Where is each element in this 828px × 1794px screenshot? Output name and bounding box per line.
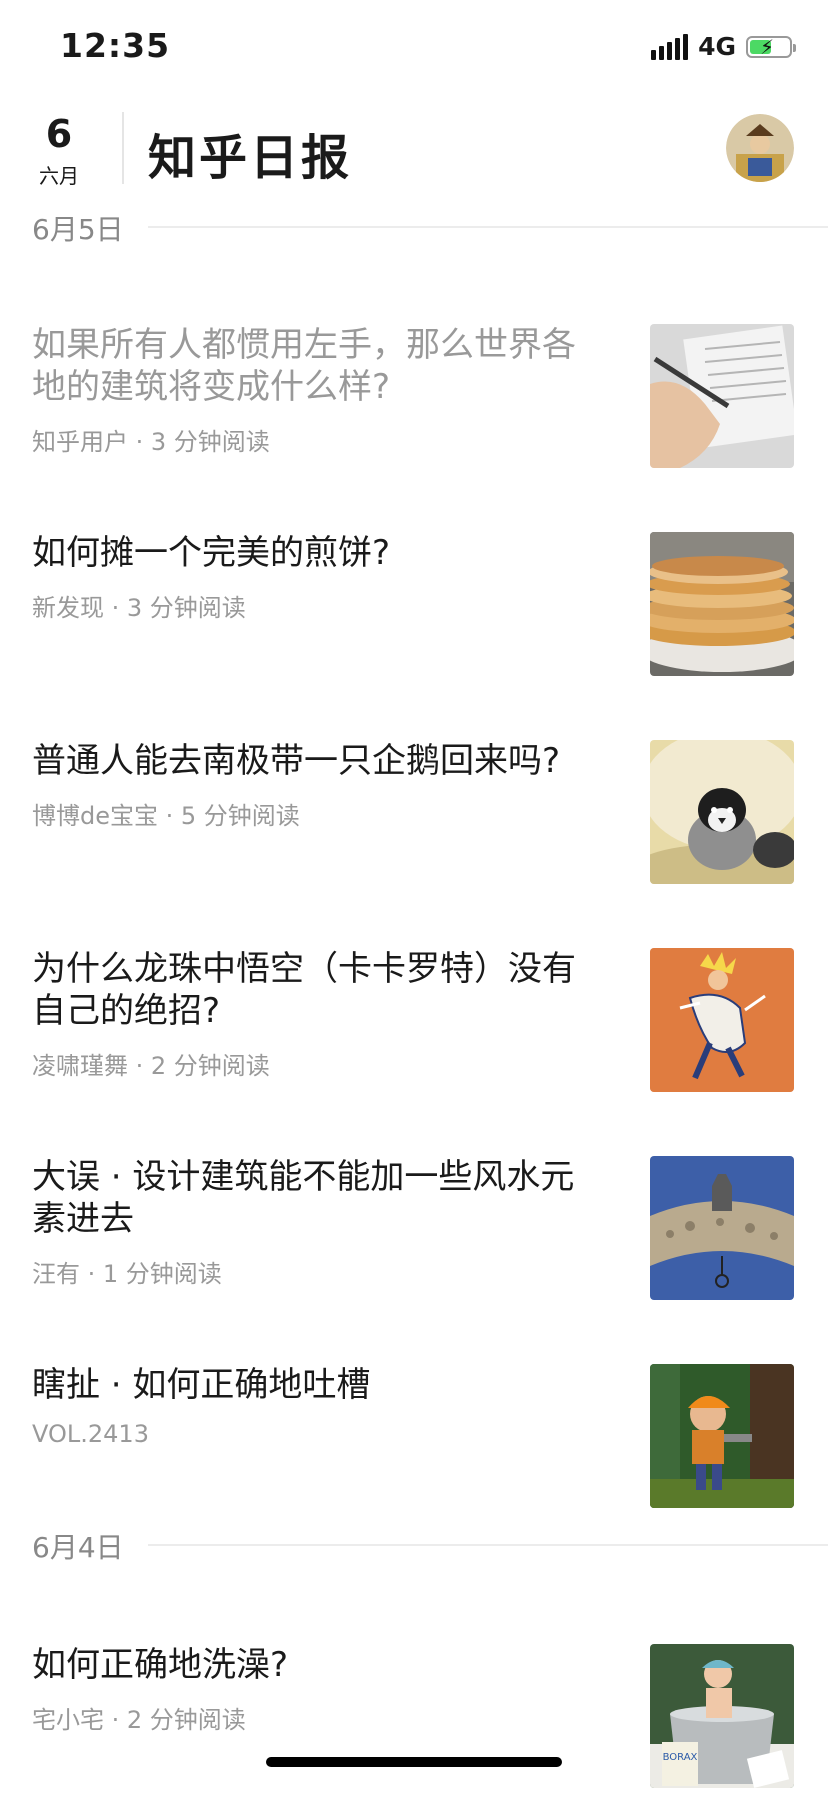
baby-bath-image: BORAX bbox=[650, 1644, 794, 1788]
story-title: 如果所有人都惯用左手，那么世界各地的建筑将变成什么样? bbox=[32, 325, 576, 407]
header-divider bbox=[122, 112, 124, 184]
signal-icon bbox=[651, 33, 689, 60]
story-item[interactable]: 如果所有人都惯用左手，那么世界各地的建筑将变成什么样? 知乎用户 · 3 分钟阅… bbox=[0, 324, 828, 474]
story-item[interactable]: 为什么龙珠中悟空（卡卡罗特）没有自己的绝招? 凌啸瑾舞 · 2 分钟阅读 bbox=[0, 948, 828, 1098]
penguin-image bbox=[650, 740, 794, 884]
story-item[interactable]: 普通人能去南极带一只企鹅回来吗? 博博de宝宝 · 5 分钟阅读 bbox=[0, 740, 828, 890]
story-title: 如何正确地洗澡? bbox=[32, 1645, 289, 1685]
home-indicator[interactable] bbox=[266, 1757, 562, 1767]
emperor-portrait-icon bbox=[726, 114, 794, 182]
page-title: 知乎日报 bbox=[148, 130, 353, 186]
story-item[interactable]: 如何摊一个完美的煎饼? 新发现 · 3 分钟阅读 bbox=[0, 532, 828, 682]
story-meta: VOL.2413 bbox=[32, 1420, 149, 1448]
section-header: 6月5日 bbox=[32, 208, 828, 248]
status-time: 12:35 bbox=[60, 26, 171, 65]
story-title: 大误 · 设计建筑能不能加一些风水元素进去 bbox=[32, 1157, 575, 1239]
battery-icon: ⚡ bbox=[746, 35, 796, 59]
story-meta: 知乎用户 · 3 分钟阅读 bbox=[32, 428, 270, 456]
story-item[interactable]: 大误 · 设计建筑能不能加一些风水元素进去 汪有 · 1 分钟阅读 bbox=[0, 1156, 828, 1306]
pancakes-image bbox=[650, 532, 794, 676]
story-meta: 汪有 · 1 分钟阅读 bbox=[32, 1260, 222, 1288]
app-header: 6 六月 知乎日报 bbox=[0, 100, 828, 210]
date-day: 6 bbox=[45, 112, 73, 156]
story-title: 为什么龙珠中悟空（卡卡罗特）没有自己的绝招? bbox=[32, 949, 576, 1031]
goku-image bbox=[650, 948, 794, 1092]
story-title: 普通人能去南极带一只企鹅回来吗? bbox=[32, 741, 561, 781]
avatar[interactable] bbox=[726, 114, 794, 182]
cartoon-image bbox=[650, 1364, 794, 1508]
section-date: 6月4日 bbox=[32, 1531, 124, 1564]
status-indicators: 4G ⚡ bbox=[651, 32, 796, 61]
story-item[interactable]: 瞎扯 · 如何正确地吐槽 VOL.2413 bbox=[0, 1364, 828, 1514]
date-month: 六月 bbox=[39, 164, 79, 188]
story-title: 如何摊一个完美的煎饼? bbox=[32, 533, 391, 573]
section-divider bbox=[148, 226, 828, 228]
section-date: 6月5日 bbox=[32, 213, 124, 246]
section-header: 6月4日 bbox=[32, 1526, 828, 1566]
story-meta: 凌啸瑾舞 · 2 分钟阅读 bbox=[32, 1052, 270, 1080]
svg-text:BORAX: BORAX bbox=[663, 1752, 698, 1763]
arch-image bbox=[650, 1156, 794, 1300]
status-bar: 12:35 4G ⚡ bbox=[0, 0, 828, 100]
story-meta: 博博de宝宝 · 5 分钟阅读 bbox=[32, 802, 300, 830]
section-divider bbox=[148, 1544, 828, 1546]
story-item[interactable]: 如何正确地洗澡? 宅小宅 · 2 分钟阅读 BORAX bbox=[0, 1644, 828, 1794]
hand-writing-image bbox=[650, 324, 794, 468]
story-meta: 宅小宅 · 2 分钟阅读 bbox=[32, 1706, 246, 1734]
story-title: 瞎扯 · 如何正确地吐槽 bbox=[32, 1365, 371, 1405]
network-type: 4G bbox=[698, 32, 736, 61]
story-meta: 新发现 · 3 分钟阅读 bbox=[32, 594, 246, 622]
